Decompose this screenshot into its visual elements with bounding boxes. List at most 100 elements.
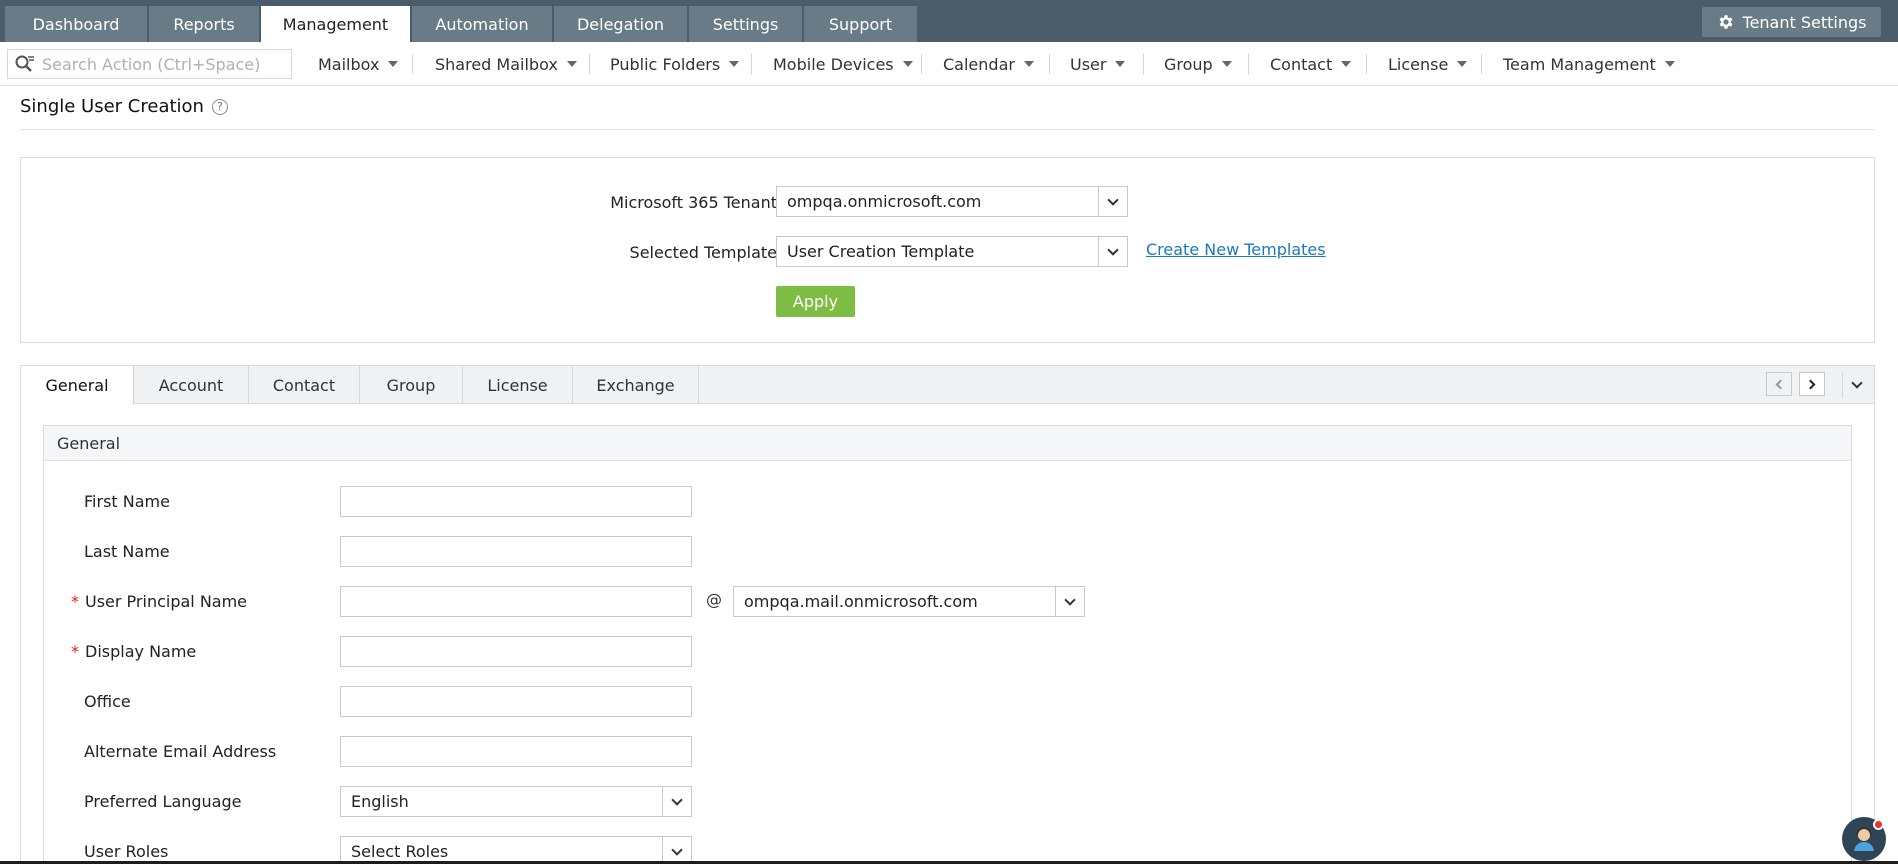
divider (751, 54, 752, 74)
user-roles-value: Select Roles (351, 842, 449, 861)
menu-label: Shared Mailbox (435, 54, 558, 74)
caret-down-icon (729, 61, 740, 67)
preferred-language-label: Preferred Language (84, 792, 242, 811)
menu-mobile-devices[interactable]: Mobile Devices (773, 42, 913, 86)
divider (1248, 54, 1249, 74)
menu-shared-mailbox[interactable]: Shared Mailbox (435, 42, 577, 86)
office-label: Office (84, 692, 131, 711)
chevron-down-icon[interactable] (1098, 187, 1127, 216)
caret-down-icon (902, 61, 913, 67)
tab-scroll-left-button[interactable] (1766, 372, 1792, 396)
last-name-input[interactable] (340, 536, 692, 567)
tab-automation[interactable]: Automation (412, 6, 553, 42)
tab-general[interactable]: General (21, 366, 134, 405)
tab-support[interactable]: Support (804, 6, 918, 42)
menu-public-folders[interactable]: Public Folders (610, 42, 740, 86)
menu-team-management[interactable]: Team Management (1503, 42, 1675, 86)
assistant-avatar-icon (1854, 827, 1874, 851)
help-icon[interactable]: ? (211, 98, 228, 115)
chat-assistant-button[interactable] (1842, 817, 1886, 861)
user-details-tabs: General Account Contact Group License Ex… (20, 365, 1875, 864)
gear-icon (1719, 15, 1732, 29)
tab-contact[interactable]: Contact (249, 366, 360, 404)
upn-input[interactable] (340, 586, 692, 617)
create-new-templates-link[interactable]: Create New Templates (1146, 240, 1326, 259)
caret-down-icon (1457, 61, 1468, 67)
menu-user[interactable]: User (1070, 42, 1126, 86)
office-input[interactable] (340, 686, 692, 717)
tab-account[interactable]: Account (134, 366, 249, 404)
tabs-menu-button[interactable] (1842, 372, 1870, 398)
first-name-label: First Name (84, 492, 170, 511)
chevron-down-icon[interactable] (1055, 587, 1084, 616)
tab-bar: General Account Contact Group License Ex… (21, 366, 1874, 405)
menu-label: User (1070, 54, 1107, 74)
display-name-label: * Display Name (71, 642, 196, 661)
menu-mailbox[interactable]: Mailbox (318, 42, 399, 86)
chevron-left-icon (1775, 379, 1786, 389)
chevron-down-icon[interactable] (662, 787, 691, 816)
divider (1481, 54, 1482, 74)
template-select[interactable]: User Creation Template (776, 236, 1128, 267)
caret-down-icon (1115, 61, 1126, 67)
chevron-right-icon (1805, 379, 1816, 389)
user-roles-select[interactable]: Select Roles (340, 836, 692, 864)
required-marker: * (71, 642, 79, 661)
search-icon (15, 55, 34, 72)
upn-label: * User Principal Name (71, 592, 247, 611)
general-section: General First Name Last Name * User Princ… (43, 425, 1852, 864)
tab-scroll-right-button[interactable] (1799, 372, 1825, 396)
menu-license[interactable]: License (1388, 42, 1468, 86)
tenant-settings-label: Tenant Settings (1742, 12, 1867, 32)
upn-domain-value: ompqa.mail.onmicrosoft.com (744, 592, 978, 611)
last-name-label: Last Name (84, 542, 170, 561)
caret-down-icon (1341, 61, 1352, 67)
display-name-input[interactable] (340, 636, 692, 667)
search-input[interactable] (42, 50, 282, 78)
tab-settings[interactable]: Settings (689, 6, 803, 42)
chevron-down-icon[interactable] (1098, 237, 1127, 266)
display-name-label-text: Display Name (85, 642, 197, 661)
at-symbol: @ (706, 590, 722, 609)
tab-reports[interactable]: Reports (149, 6, 260, 42)
menu-contact[interactable]: Contact (1270, 42, 1352, 86)
upn-label-text: User Principal Name (85, 592, 248, 611)
tab-management[interactable]: Management (261, 6, 411, 42)
divider (20, 129, 1875, 130)
tab-group[interactable]: Group (360, 366, 463, 404)
divider (412, 54, 413, 74)
search-box[interactable] (7, 49, 292, 79)
tenant-settings-button[interactable]: Tenant Settings (1702, 7, 1881, 37)
alternate-email-input[interactable] (340, 736, 692, 767)
upn-domain-select[interactable]: ompqa.mail.onmicrosoft.com (733, 586, 1085, 617)
menu-label: Calendar (943, 54, 1015, 74)
chevron-down-icon[interactable] (662, 837, 691, 864)
apply-button[interactable]: Apply (776, 286, 855, 317)
caret-down-icon (388, 61, 399, 67)
tab-dashboard[interactable]: Dashboard (5, 6, 148, 42)
chevron-down-icon (1850, 377, 1863, 389)
tab-exchange[interactable]: Exchange (573, 366, 699, 404)
menu-label: Contact (1270, 54, 1333, 74)
caret-down-icon (1221, 61, 1232, 67)
tenant-select[interactable]: ompqa.onmicrosoft.com (776, 186, 1128, 217)
first-name-input[interactable] (340, 486, 692, 517)
template-label: Selected Template (629, 243, 777, 262)
section-title: General (44, 426, 1851, 461)
user-roles-label: User Roles (84, 842, 169, 861)
menu-label: Group (1164, 54, 1213, 74)
menu-calendar[interactable]: Calendar (943, 42, 1034, 86)
menu-label: Team Management (1503, 54, 1656, 74)
caret-down-icon (566, 61, 577, 67)
tab-license[interactable]: License (463, 366, 573, 404)
menu-label: Public Folders (610, 54, 721, 74)
top-navigation: Dashboard Reports Management Automation … (0, 0, 1898, 42)
tab-delegation[interactable]: Delegation (554, 6, 688, 42)
page-title-text: Single User Creation (20, 96, 204, 117)
tenant-label: Microsoft 365 Tenant (610, 193, 777, 212)
caret-down-icon (1023, 61, 1034, 67)
preferred-language-select[interactable]: English (340, 786, 692, 817)
caret-down-icon (1664, 61, 1675, 67)
divider (1366, 54, 1367, 74)
menu-group[interactable]: Group (1164, 42, 1232, 86)
